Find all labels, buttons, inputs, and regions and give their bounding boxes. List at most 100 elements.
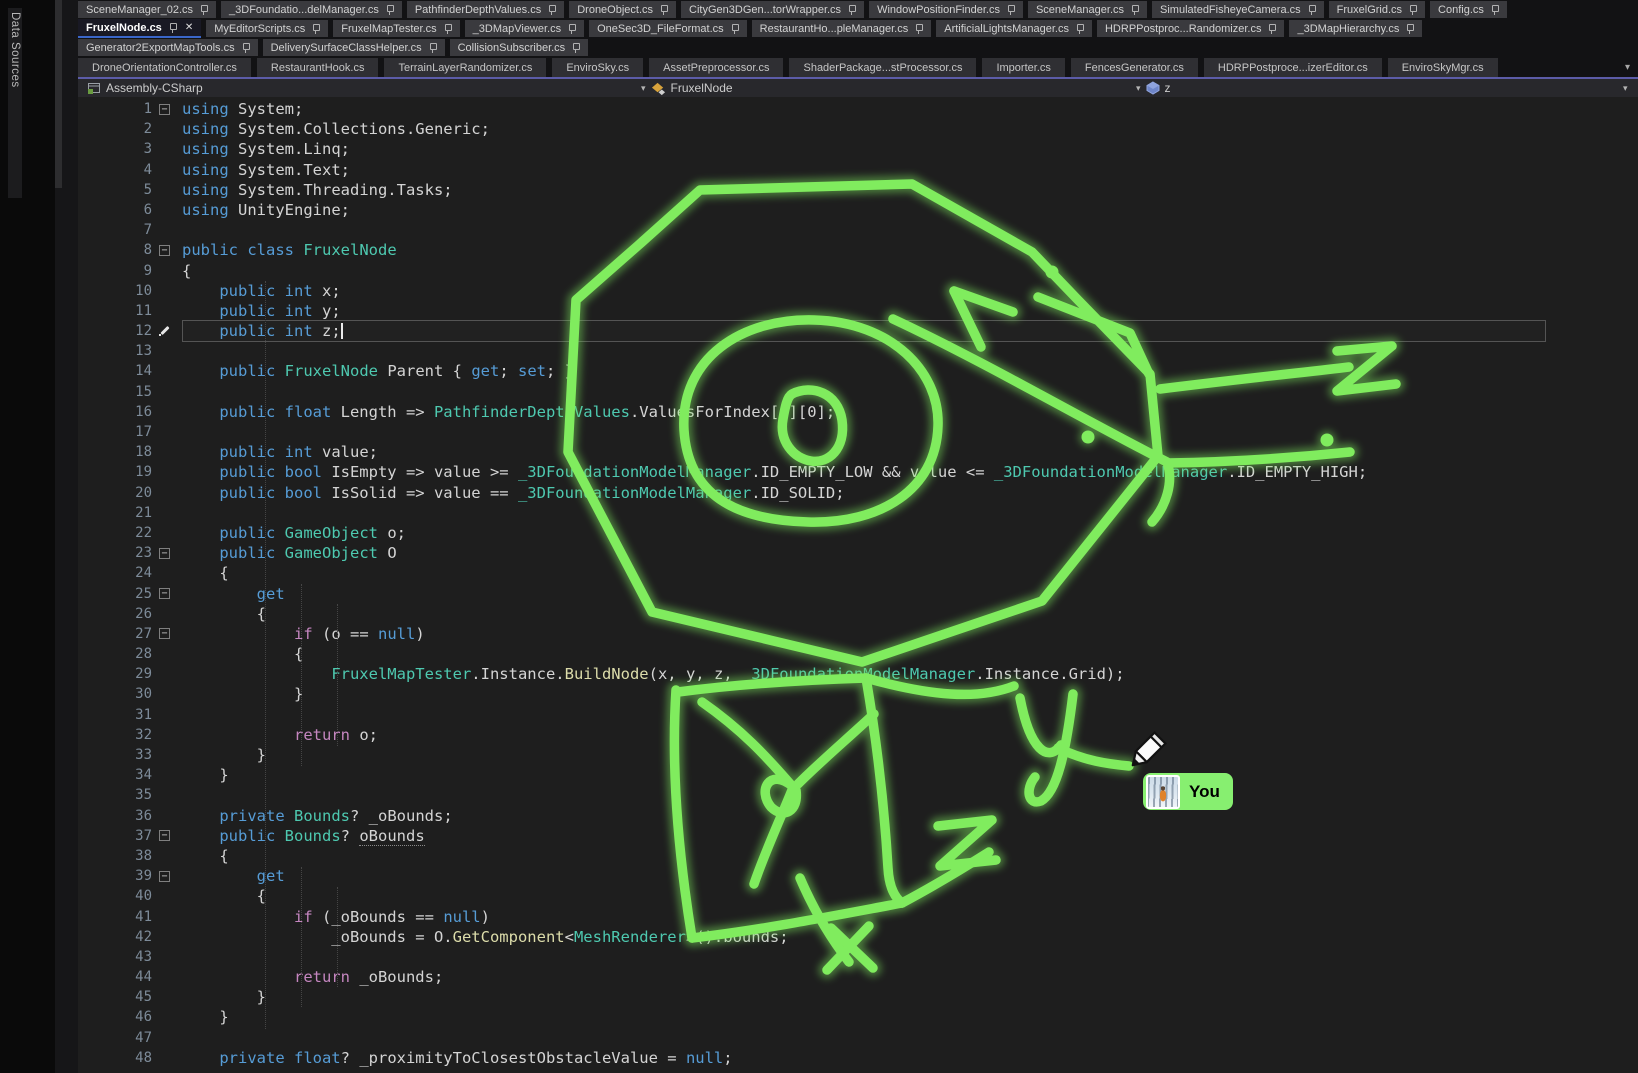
gutter <box>152 523 182 543</box>
pin-icon[interactable] <box>1491 5 1499 15</box>
pin-icon[interactable] <box>548 5 556 15</box>
line-number: 6 <box>78 200 152 220</box>
pin-icon[interactable] <box>1406 24 1414 34</box>
code-editor[interactable]: 1−using System;2using System.Collections… <box>78 97 1638 1073</box>
code-line-21: 21 <box>78 503 1638 523</box>
code-text: using System; <box>182 99 303 119</box>
fold-toggle[interactable]: − <box>159 830 170 841</box>
tab-ArtificialLightsManager.cs[interactable]: ArtificialLightsManager.cs <box>936 20 1092 37</box>
tab-DroneOrientationController.cs[interactable]: DroneOrientationController.cs <box>78 58 251 77</box>
gutter <box>152 563 182 583</box>
tab-DeliverySurfaceClassHelper.cs[interactable]: DeliverySurfaceClassHelper.cs <box>263 39 445 56</box>
chevron-down-icon[interactable]: ▾ <box>641 83 646 94</box>
project-dropdown[interactable]: Assembly-CSharp <box>87 79 203 97</box>
tab-ShaderPackage...stProcessor.cs[interactable]: ShaderPackage...stProcessor.cs <box>789 58 976 77</box>
gutter <box>152 806 182 826</box>
pin-icon[interactable] <box>1076 24 1084 34</box>
fold-toggle[interactable]: − <box>159 245 170 256</box>
tab-Generator2ExportMapTools.cs[interactable]: Generator2ExportMapTools.cs <box>78 39 258 56</box>
pin-icon[interactable] <box>848 5 856 15</box>
line-number: 27 <box>78 624 152 644</box>
tab-FruxelGrid.cs[interactable]: FruxelGrid.cs <box>1329 1 1425 18</box>
gutter <box>152 604 182 624</box>
line-number: 10 <box>78 281 152 301</box>
fold-toggle[interactable]: − <box>159 548 170 559</box>
tab-EnviroSkyMgr.cs[interactable]: EnviroSkyMgr.cs <box>1388 58 1498 77</box>
gutter <box>152 947 182 967</box>
code-text: private Bounds? _oBounds; <box>182 806 453 826</box>
tab-RestaurantHo...pleManager.cs[interactable]: RestaurantHo...pleManager.cs <box>752 20 932 37</box>
pin-icon[interactable] <box>660 5 668 15</box>
fold-toggle[interactable]: − <box>159 588 170 599</box>
type-dropdown[interactable]: ▾ FruxelNode <box>641 79 733 97</box>
pin-icon[interactable] <box>568 24 576 34</box>
tab-AssetPreprocessor.cs[interactable]: AssetPreprocessor.cs <box>649 58 783 77</box>
tab-label: SimulatedFisheyeCamera.cs <box>1160 4 1301 16</box>
chevron-down-icon[interactable]: ▾ <box>1623 83 1628 94</box>
fold-toggle[interactable]: − <box>159 104 170 115</box>
side-scrollbar[interactable] <box>55 0 62 188</box>
fold-toggle[interactable]: − <box>159 871 170 882</box>
tab-MyEditorScripts.cs[interactable]: MyEditorScripts.cs <box>206 20 328 37</box>
tab-WindowPositionFinder.cs[interactable]: WindowPositionFinder.cs <box>869 1 1023 18</box>
tab-overflow-icon[interactable]: ▾ <box>1625 62 1630 73</box>
pin-icon[interactable] <box>1409 5 1417 15</box>
tab-_3DMapViewer.cs[interactable]: _3DMapViewer.cs <box>465 20 584 37</box>
pin-icon[interactable] <box>169 23 177 33</box>
tab-CollisionSubscriber.cs[interactable]: CollisionSubscriber.cs <box>450 39 589 56</box>
fold-toggle[interactable]: − <box>159 628 170 639</box>
chevron-down-icon[interactable]: ▾ <box>1136 83 1141 94</box>
tab-SceneManager_02.cs[interactable]: SceneManager_02.cs <box>78 1 216 18</box>
pin-icon[interactable] <box>731 24 739 34</box>
line-number: 30 <box>78 684 152 704</box>
tab-TerrainLayerRandomizer.cs[interactable]: TerrainLayerRandomizer.cs <box>384 58 546 77</box>
tab-OneSec3D_FileFormat.cs[interactable]: OneSec3D_FileFormat.cs <box>589 20 747 37</box>
tab-Config.cs[interactable]: Config.cs <box>1430 1 1507 18</box>
pin-icon[interactable] <box>312 24 320 34</box>
gutter <box>152 664 182 684</box>
pin-icon[interactable] <box>242 43 250 53</box>
code-text: public int value; <box>182 442 378 462</box>
navbar-overflow[interactable]: ▾ <box>1623 79 1628 97</box>
tab-HDRPPostproce...izerEditor.cs[interactable]: HDRPPostproce...izerEditor.cs <box>1204 58 1382 77</box>
code-line-25: 25− get <box>78 584 1638 604</box>
tab-_3DMapHierarchy.cs[interactable]: _3DMapHierarchy.cs <box>1289 20 1422 37</box>
pin-icon[interactable] <box>386 5 394 15</box>
tab-PathfinderDepthValues.cs[interactable]: PathfinderDepthValues.cs <box>407 1 564 18</box>
code-line-6: 6using UnityEngine; <box>78 200 1638 220</box>
pin-icon[interactable] <box>1308 5 1316 15</box>
tab-SceneManager.cs[interactable]: SceneManager.cs <box>1028 1 1147 18</box>
pin-icon[interactable] <box>1131 5 1139 15</box>
line-number: 43 <box>78 947 152 967</box>
tab-label: HDRPPostproce...izerEditor.cs <box>1218 62 1368 74</box>
tab-label: AssetPreprocessor.cs <box>663 62 769 74</box>
line-number: 18 <box>78 442 152 462</box>
tab-FruxelMapTester.cs[interactable]: FruxelMapTester.cs <box>333 20 459 37</box>
pin-icon[interactable] <box>429 43 437 53</box>
pin-icon[interactable] <box>1007 5 1015 15</box>
pin-icon[interactable] <box>200 5 208 15</box>
pin-icon[interactable] <box>1268 24 1276 34</box>
tab-data-sources[interactable]: Data Sources <box>8 8 22 198</box>
pin-icon[interactable] <box>915 24 923 34</box>
member-dropdown[interactable]: ▾ z <box>1136 79 1171 97</box>
pin-icon[interactable] <box>572 43 580 53</box>
code-line-33: 33 } <box>78 745 1638 765</box>
tab-label: FruxelMapTester.cs <box>341 23 436 35</box>
tab-RestaurantHook.cs[interactable]: RestaurantHook.cs <box>257 58 379 77</box>
tab-CityGen3DGen...torWrapper.cs[interactable]: CityGen3DGen...torWrapper.cs <box>681 1 864 18</box>
code-line-30: 30 } <box>78 684 1638 704</box>
code-text: private float? _proximityToClosestObstac… <box>182 1048 733 1068</box>
close-icon[interactable]: ✕ <box>185 22 193 33</box>
tab-DroneObject.cs[interactable]: DroneObject.cs <box>569 1 676 18</box>
tab-FencesGenerator.cs[interactable]: FencesGenerator.cs <box>1071 58 1198 77</box>
tab-Importer.cs[interactable]: Importer.cs <box>982 58 1064 77</box>
presenter-avatar <box>1146 775 1180 809</box>
tab-EnviroSky.cs[interactable]: EnviroSky.cs <box>552 58 643 77</box>
tab-HDRPPostproc...Randomizer.cs[interactable]: HDRPPostproc...Randomizer.cs <box>1097 20 1285 37</box>
tab-_3DFoundatio...delManager.cs[interactable]: _3DFoundatio...delManager.cs <box>221 1 402 18</box>
pin-icon[interactable] <box>444 24 452 34</box>
tab-FruxelNode.cs[interactable]: FruxelNode.cs✕ <box>78 19 201 38</box>
tab-SimulatedFisheyeCamera.cs[interactable]: SimulatedFisheyeCamera.cs <box>1152 1 1324 18</box>
line-number: 11 <box>78 301 152 321</box>
